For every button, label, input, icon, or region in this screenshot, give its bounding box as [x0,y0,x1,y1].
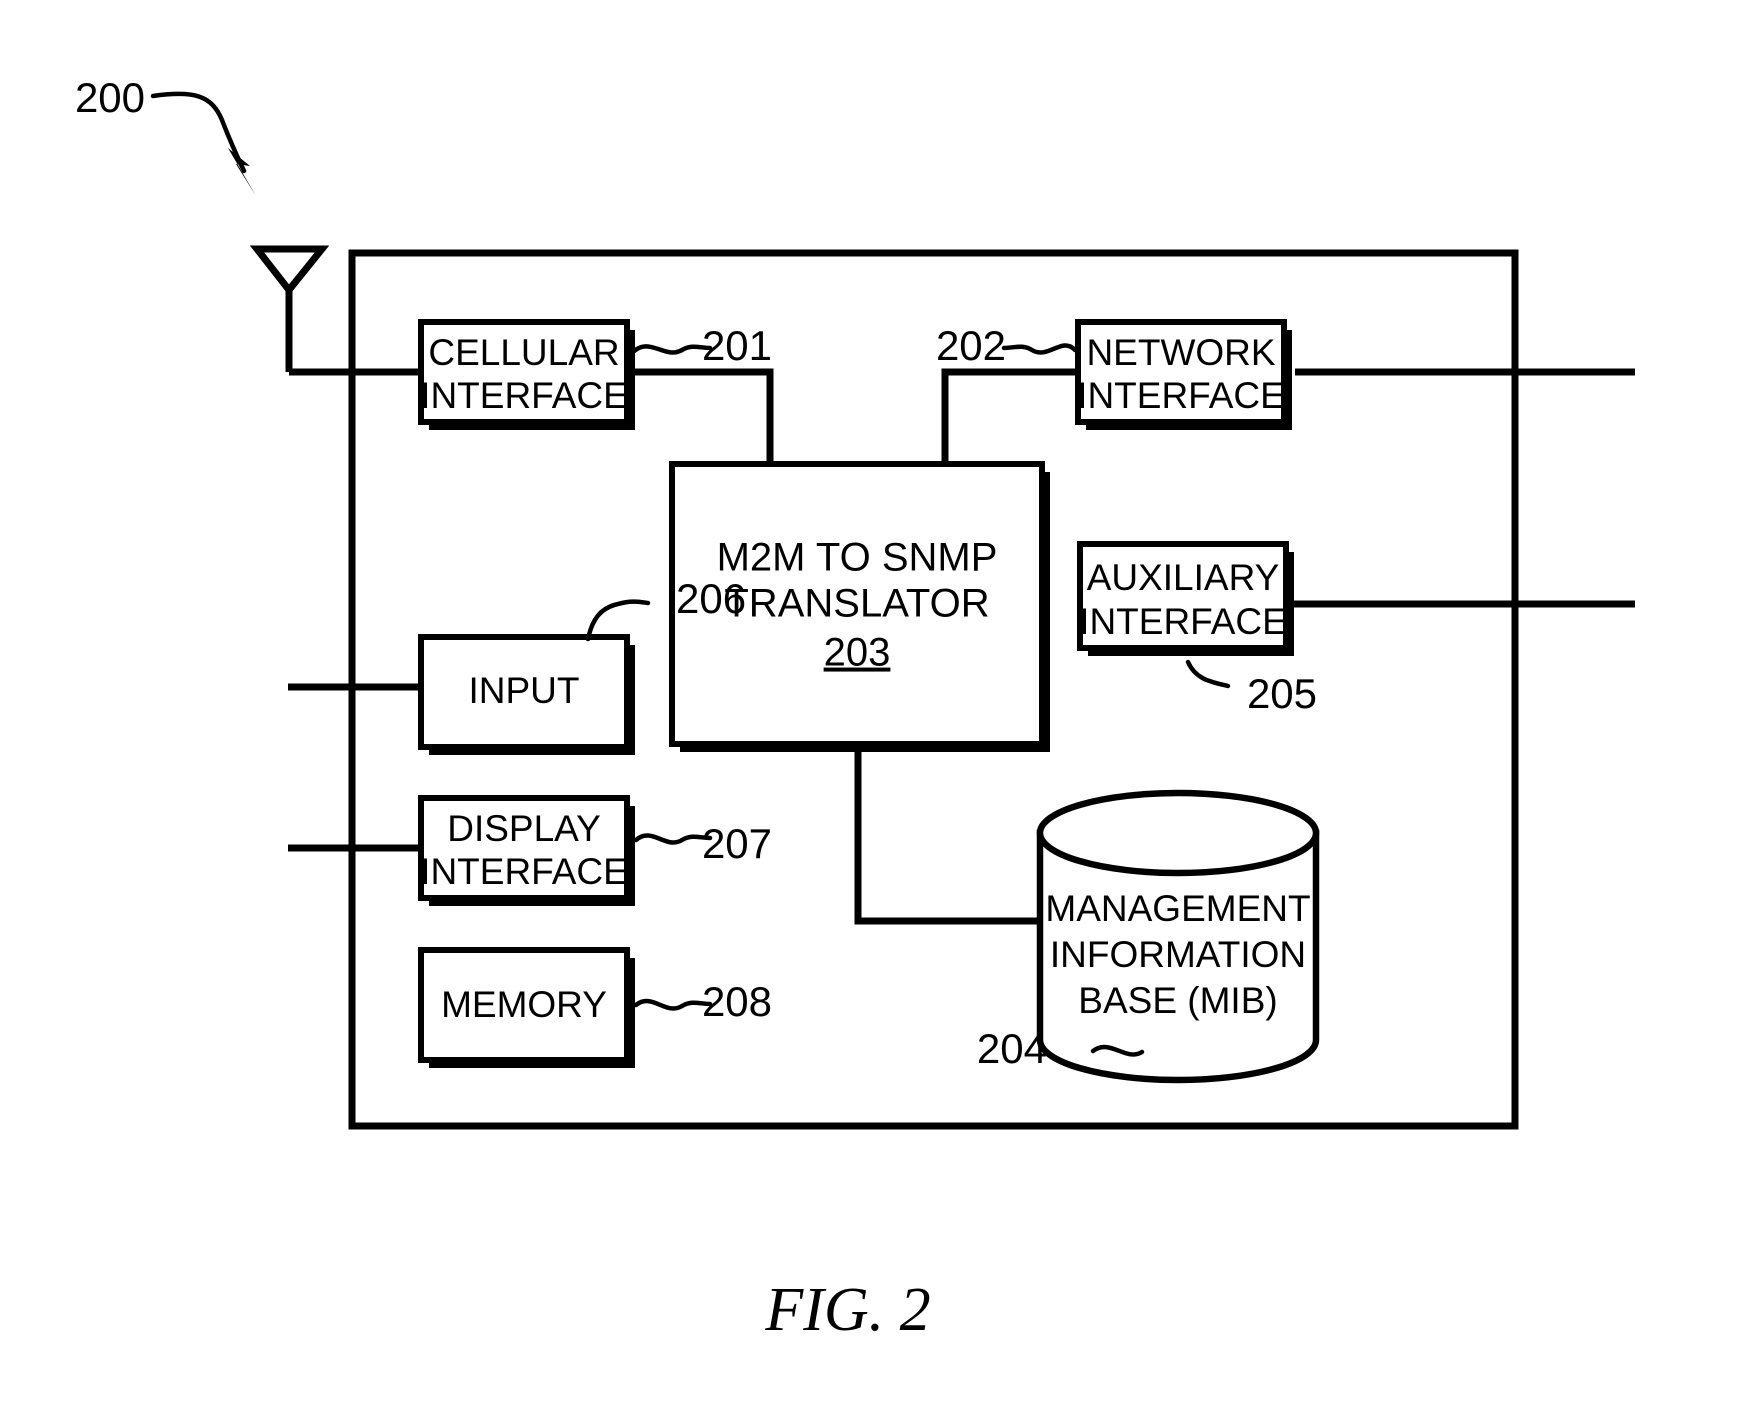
ref-204: 204 [977,1025,1047,1072]
network-interface-label-line1: NETWORK [1086,332,1275,373]
leader-line-207 [633,833,713,845]
block-network-interface[interactable]: NETWORK INTERFACE [1075,319,1292,430]
leader-line-205 [1185,659,1231,689]
mib-label-line2: INFORMATION [1050,934,1306,975]
leader-line-201 [630,344,713,355]
wire-cellular-to-translator [634,368,774,464]
display-interface-label-line1: DISPLAY [447,808,601,849]
cellular-interface-label-line2: INTERFACE [420,375,628,416]
figure-canvas: 200 CELLULAR INTERFACE 201 NETWORK INTER… [75,74,1635,1344]
block-cellular-interface[interactable]: CELLULAR INTERFACE [418,319,635,430]
translator-label-line1: M2M TO SNMP [717,536,998,580]
ref-206: 206 [676,575,746,622]
ref-201: 201 [702,322,772,369]
mib-label-line1: MANAGEMENT [1045,888,1310,929]
block-auxiliary-interface[interactable]: AUXILIARY INTERFACE [1077,541,1294,656]
wire-translator-to-mib [854,744,1044,925]
ref-207: 207 [702,820,772,867]
network-interface-label-line2: INTERFACE [1077,375,1285,416]
input-label: INPUT [469,670,580,711]
auxiliary-interface-label-line2: INTERFACE [1079,601,1287,642]
ref-208: 208 [702,978,772,1025]
mib-label-line3: BASE (MIB) [1078,980,1277,1021]
ref-202: 202 [936,322,1006,369]
ref-203: 203 [824,631,891,675]
figure-caption: FIG. 2 [764,1276,930,1344]
auxiliary-interface-label-line1: AUXILIARY [1087,557,1280,598]
leader-line-206 [585,599,651,642]
ref-205: 205 [1247,670,1317,717]
memory-label: MEMORY [441,984,607,1025]
translator-label-line2: TRANSLATOR [724,582,989,626]
leader-line-202 [1001,343,1078,355]
block-input[interactable]: INPUT [418,634,635,755]
block-display-interface[interactable]: DISPLAY INTERFACE [418,795,635,906]
leader-line-208 [633,998,713,1011]
leader-arrow-icon [228,148,256,196]
antenna-icon [249,245,421,376]
patent-figure-200: 200 CELLULAR INTERFACE 201 NETWORK INTER… [0,0,1741,1414]
cellular-interface-label-line1: CELLULAR [428,332,619,373]
wire-network-to-translator [941,368,1078,464]
leader-line-200 [150,91,247,174]
block-memory[interactable]: MEMORY [418,947,635,1068]
display-interface-label-line2: INTERFACE [420,851,628,892]
system-ref-200: 200 [75,74,145,121]
block-management-information-base[interactable]: MANAGEMENT INFORMATION BASE (MIB) [1036,789,1320,1084]
